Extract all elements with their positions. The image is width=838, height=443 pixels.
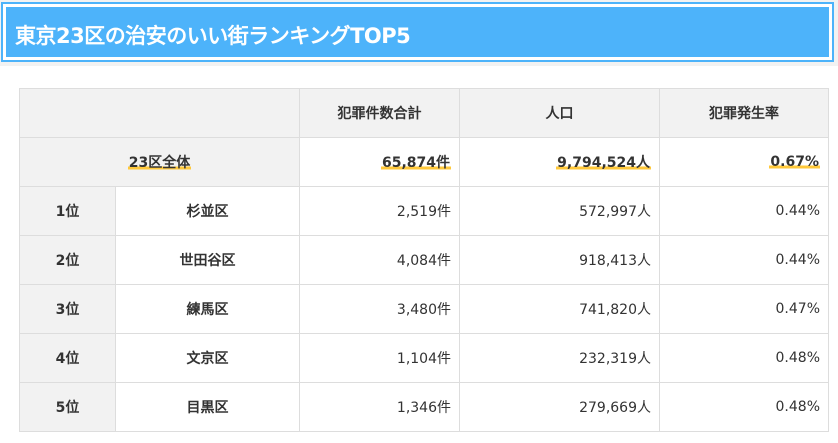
title-bar: 東京23区の治安のいい街ランキングTOP5 xyxy=(0,0,838,66)
ward-cell: 練馬区 xyxy=(115,284,300,334)
header-cell-empty xyxy=(19,88,300,138)
crimes-cell: 1,346件 xyxy=(299,382,460,432)
crimes-cell: 3,480件 xyxy=(299,284,460,334)
total-label-cell: 23区全体 xyxy=(19,137,300,187)
page: 東京23区の治安のいい街ランキングTOP5 犯罪件数合計 人口 犯罪発生率 23… xyxy=(0,0,838,443)
header-cell-crimes: 犯罪件数合計 xyxy=(299,88,460,138)
title-box: 東京23区の治安のいい街ランキングTOP5 xyxy=(3,4,832,60)
table-row: 4位 文京区 1,104件 232,319人 0.48% xyxy=(19,333,829,383)
total-row: 23区全体 65,874件 9,794,524人 0.67% xyxy=(19,137,829,187)
rank-cell: 4位 xyxy=(19,333,116,383)
table-header-row: 犯罪件数合計 人口 犯罪発生率 xyxy=(19,88,829,138)
table-row: 5位 目黒区 1,346件 279,669人 0.48% xyxy=(19,382,829,432)
population-cell: 741,820人 xyxy=(459,284,660,334)
crimes-cell: 4,084件 xyxy=(299,235,460,285)
table-row: 2位 世田谷区 4,084件 918,413人 0.44% xyxy=(19,235,829,285)
ward-cell: 目黒区 xyxy=(115,382,300,432)
header-cell-population: 人口 xyxy=(459,88,660,138)
header-cell-rate: 犯罪発生率 xyxy=(659,88,829,138)
total-rate-cell: 0.67% xyxy=(659,137,829,187)
population-cell: 279,669人 xyxy=(459,382,660,432)
crimes-cell: 2,519件 xyxy=(299,186,460,236)
rate-cell: 0.48% xyxy=(659,333,829,383)
page-title: 東京23区の治安のいい街ランキングTOP5 xyxy=(15,24,411,48)
ward-cell: 世田谷区 xyxy=(115,235,300,285)
population-cell: 232,319人 xyxy=(459,333,660,383)
population-cell: 918,413人 xyxy=(459,235,660,285)
rate-cell: 0.47% xyxy=(659,284,829,334)
rate-cell: 0.48% xyxy=(659,382,829,432)
rank-cell: 1位 xyxy=(19,186,116,236)
total-population: 9,794,524人 xyxy=(556,155,651,171)
ward-cell: 杉並区 xyxy=(115,186,300,236)
population-cell: 572,997人 xyxy=(459,186,660,236)
total-crimes-cell: 65,874件 xyxy=(299,137,460,187)
ranking-table: 犯罪件数合計 人口 犯罪発生率 23区全体 65,874件 9,794,524人… xyxy=(19,88,829,432)
total-crimes: 65,874件 xyxy=(380,155,451,171)
table-row: 3位 練馬区 3,480件 741,820人 0.47% xyxy=(19,284,829,334)
total-label: 23区全体 xyxy=(127,155,192,171)
rate-cell: 0.44% xyxy=(659,186,829,236)
total-population-cell: 9,794,524人 xyxy=(459,137,660,187)
rank-cell: 3位 xyxy=(19,284,116,334)
table-row: 1位 杉並区 2,519件 572,997人 0.44% xyxy=(19,186,829,236)
rank-cell: 5位 xyxy=(19,382,116,432)
rate-cell: 0.44% xyxy=(659,235,829,285)
total-rate: 0.67% xyxy=(769,154,820,170)
crimes-cell: 1,104件 xyxy=(299,333,460,383)
ward-cell: 文京区 xyxy=(115,333,300,383)
rank-cell: 2位 xyxy=(19,235,116,285)
